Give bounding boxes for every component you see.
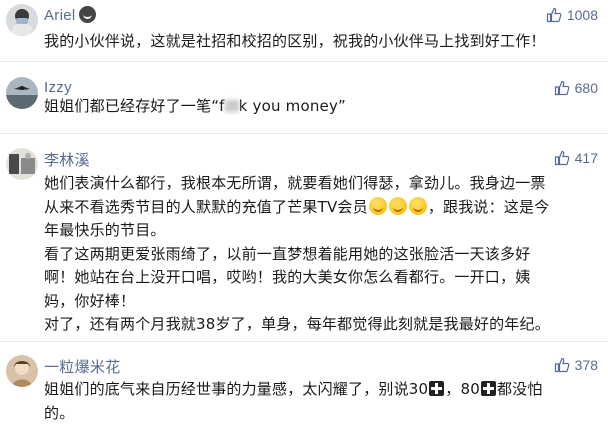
username[interactable]: Izzy (44, 79, 72, 96)
comment-text: 我的小伙伴说，这就是社招和校招的区别，祝我的小伙伴马上找到好工作！ (44, 32, 546, 50)
like-count: 1008 (566, 7, 598, 23)
comment-item: Izzy 680 姐姐们都已经存好了一笔“f k you money” (0, 62, 608, 134)
username[interactable]: 李林溪 (44, 149, 90, 170)
like-button[interactable]: 1008 (546, 7, 598, 23)
comment-item: Ariel 1008 我的小伙伴说，这就是社招和校招的区别，祝我的小伙伴马上找到… (0, 0, 608, 62)
comment-text: 姐姐们都已经存好了一笔“f k you money” (44, 97, 347, 115)
thumbs-up-icon (554, 80, 570, 96)
money-face-emoji-icon (388, 196, 407, 215)
like-button[interactable]: 378 (554, 357, 598, 373)
like-count: 417 (574, 150, 598, 166)
thumbs-up-icon (546, 7, 562, 23)
plus-emoji-icon (480, 381, 496, 396)
avatar[interactable] (6, 148, 38, 180)
avatar[interactable] (6, 4, 38, 36)
avatar[interactable] (6, 355, 38, 387)
like-button[interactable]: 417 (554, 150, 598, 166)
smile-badge-icon (78, 6, 96, 23)
like-button[interactable]: 680 (554, 80, 598, 96)
money-face-emoji-icon (368, 196, 387, 215)
comment-text: 姐姐们的底气来自历经世事的力量感，太闪耀了，别说30 ，80 都没怕 的。 (44, 380, 543, 422)
plus-emoji-icon (429, 381, 445, 396)
avatar[interactable] (6, 77, 38, 109)
comment-text: 她们表演什么都行，我根本无所谓，就要看她们得瑟，拿劲儿。我身边一票 从来不看选秀… (44, 174, 550, 333)
censored-text (224, 100, 239, 112)
like-count: 680 (574, 80, 598, 96)
comment-item: 李林溪 417 她们表演什么都行，我根本无所谓，就要看她们得瑟，拿劲儿。我身边一… (0, 134, 608, 342)
thumbs-up-icon (554, 357, 570, 373)
money-face-emoji-icon (408, 196, 427, 215)
comment-item: 一粒爆米花 378 姐姐们的底气来自历经世事的力量感，太闪耀了，别说30 ，80 都… (0, 342, 608, 444)
thumbs-up-icon (554, 150, 570, 166)
username[interactable]: Ariel (44, 6, 96, 24)
username[interactable]: 一粒爆米花 (44, 356, 121, 377)
like-count: 378 (574, 357, 598, 373)
